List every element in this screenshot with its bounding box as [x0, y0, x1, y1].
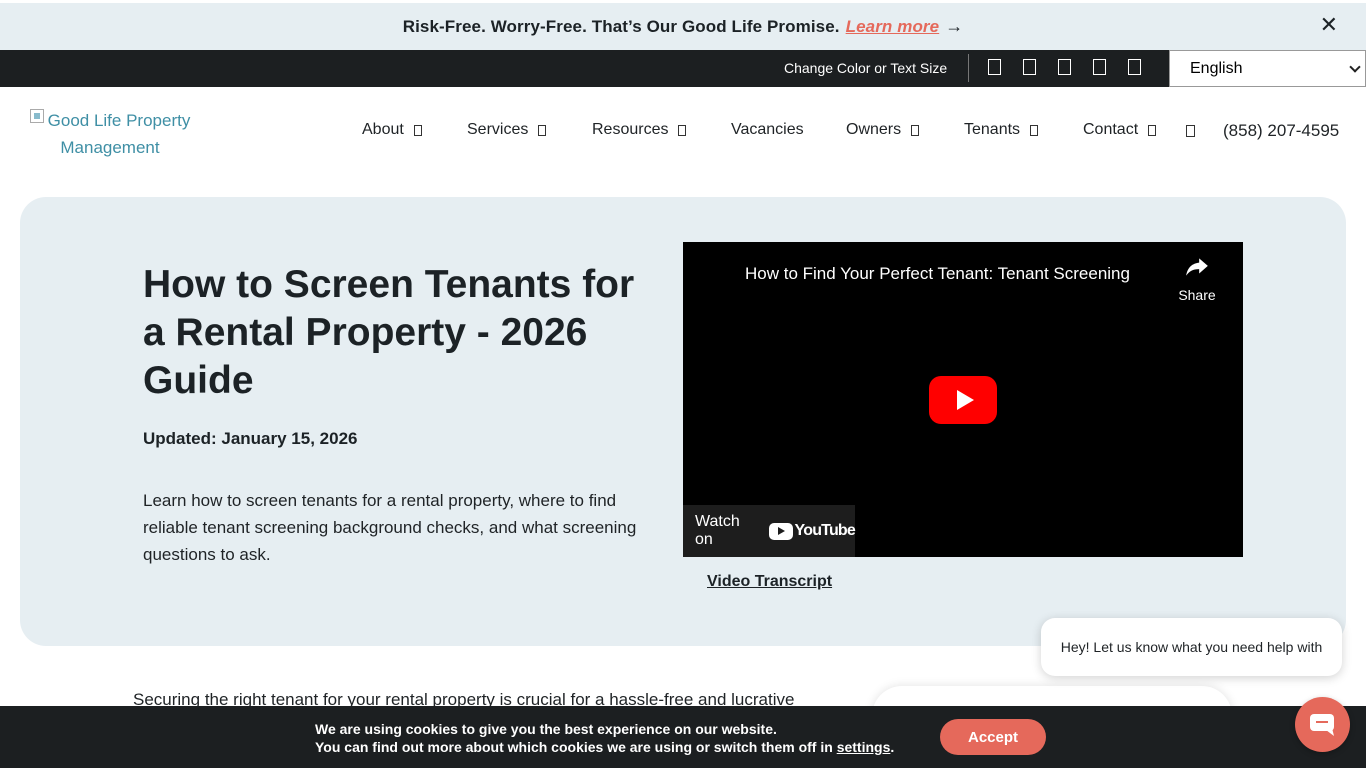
- cookie-line-2-wrap: You can find out more about which cookie…: [315, 738, 894, 756]
- chevron-down-icon: [1148, 124, 1157, 136]
- video-title[interactable]: How to Find Your Perfect Tenant: Tenant …: [745, 264, 1165, 284]
- close-icon[interactable]: ✕: [1320, 14, 1338, 36]
- nav-item-resources[interactable]: Resources: [592, 121, 687, 139]
- share-label: Share: [1178, 287, 1216, 303]
- hero-description: Learn how to screen tenants for a rental…: [143, 491, 637, 564]
- chevron-down-icon: [911, 124, 920, 136]
- nav-item-label: Services: [467, 121, 529, 138]
- watch-on-label: Watch on: [695, 513, 740, 548]
- accept-cookies-button[interactable]: Accept: [940, 719, 1046, 755]
- accessibility-icons: [988, 59, 1141, 75]
- nav-item-contact[interactable]: Contact: [1083, 121, 1157, 139]
- utility-bar: Change Color or Text Size English: [0, 50, 1366, 87]
- text-decrease-icon[interactable]: [1058, 59, 1071, 75]
- play-button[interactable]: [929, 376, 997, 424]
- updated-date: Updated: January 15, 2026: [143, 429, 358, 448]
- play-icon: [956, 390, 974, 410]
- nav-item-label: Contact: [1083, 121, 1139, 138]
- logo-alt-text: Good Life Property Management: [47, 111, 191, 157]
- utility-divider: [968, 54, 969, 82]
- cookie-line-1: We are using cookies to give you the bes…: [315, 721, 777, 737]
- nav-item-label: Vacancies: [731, 121, 804, 138]
- broken-image-icon: [29, 109, 44, 123]
- learn-more-link[interactable]: Learn more: [846, 17, 940, 36]
- chat-launcher-button[interactable]: [1295, 697, 1350, 752]
- cookie-period: .: [890, 739, 895, 755]
- chevron-down-icon: [538, 124, 547, 136]
- nav-item-owners[interactable]: Owners: [846, 121, 920, 139]
- contrast-icon[interactable]: [988, 59, 1001, 75]
- chat-prompt-bubble[interactable]: Hey! Let us know what you need help with: [1041, 618, 1342, 676]
- promo-text: Risk-Free. Worry-Free. That’s Our Good L…: [402, 17, 840, 36]
- youtube-icon: [768, 522, 793, 540]
- nav-item-services[interactable]: Services: [467, 121, 547, 139]
- hero-section: How to Screen Tenants for a Rental Prope…: [20, 197, 1346, 646]
- cookie-message: We are using cookies to give you the bes…: [315, 720, 894, 756]
- chevron-down-icon: [678, 124, 687, 136]
- reset-icon[interactable]: [1128, 59, 1141, 75]
- youtube-video-embed[interactable]: How to Find Your Perfect Tenant: Tenant …: [683, 242, 1243, 557]
- nav-item-label: Tenants: [964, 121, 1021, 138]
- page-title: How to Screen Tenants for a Rental Prope…: [143, 263, 635, 402]
- chevron-down-icon: [413, 124, 422, 136]
- share-button[interactable]: Share: [1175, 254, 1219, 303]
- youtube-logo: YouTube: [768, 522, 856, 540]
- phone-link[interactable]: (858) 207-4595: [1223, 121, 1339, 141]
- cookie-line-2: You can find out more about which cookie…: [315, 739, 833, 755]
- language-select[interactable]: English: [1169, 50, 1366, 87]
- promo-text-wrap: Risk-Free. Worry-Free. That’s Our Good L…: [403, 16, 964, 37]
- invert-color-icon[interactable]: [1023, 59, 1036, 75]
- promo-banner: Risk-Free. Worry-Free. That’s Our Good L…: [0, 0, 1366, 50]
- chevron-down-icon: [1349, 61, 1361, 73]
- phone-icon: [1186, 125, 1195, 137]
- arrow-right-icon: →: [945, 16, 964, 36]
- site-logo[interactable]: Good Life Property Management: [20, 107, 200, 161]
- share-icon: [1186, 258, 1208, 276]
- accessibility-label: Change Color or Text Size: [784, 60, 948, 76]
- chat-icon: [1309, 713, 1334, 736]
- nav-item-vacancies[interactable]: Vacancies: [731, 121, 804, 139]
- language-selected: English: [1190, 59, 1243, 77]
- nav-item-label: Owners: [846, 121, 902, 138]
- chevron-down-icon: [1030, 124, 1039, 136]
- video-transcript-link[interactable]: Video Transcript: [707, 573, 832, 591]
- nav-item-about[interactable]: About: [362, 121, 422, 139]
- text-increase-icon[interactable]: [1093, 59, 1106, 75]
- cookie-banner: We are using cookies to give you the bes…: [0, 706, 1366, 768]
- watch-on-youtube-button[interactable]: Watch on YouTube: [683, 505, 856, 557]
- nav-item-tenants[interactable]: Tenants: [964, 121, 1039, 139]
- cookie-settings-link[interactable]: settings: [837, 739, 891, 755]
- nav-item-label: Resources: [592, 121, 669, 138]
- nav-item-label: About: [362, 121, 404, 138]
- youtube-wordmark: YouTube: [794, 522, 856, 539]
